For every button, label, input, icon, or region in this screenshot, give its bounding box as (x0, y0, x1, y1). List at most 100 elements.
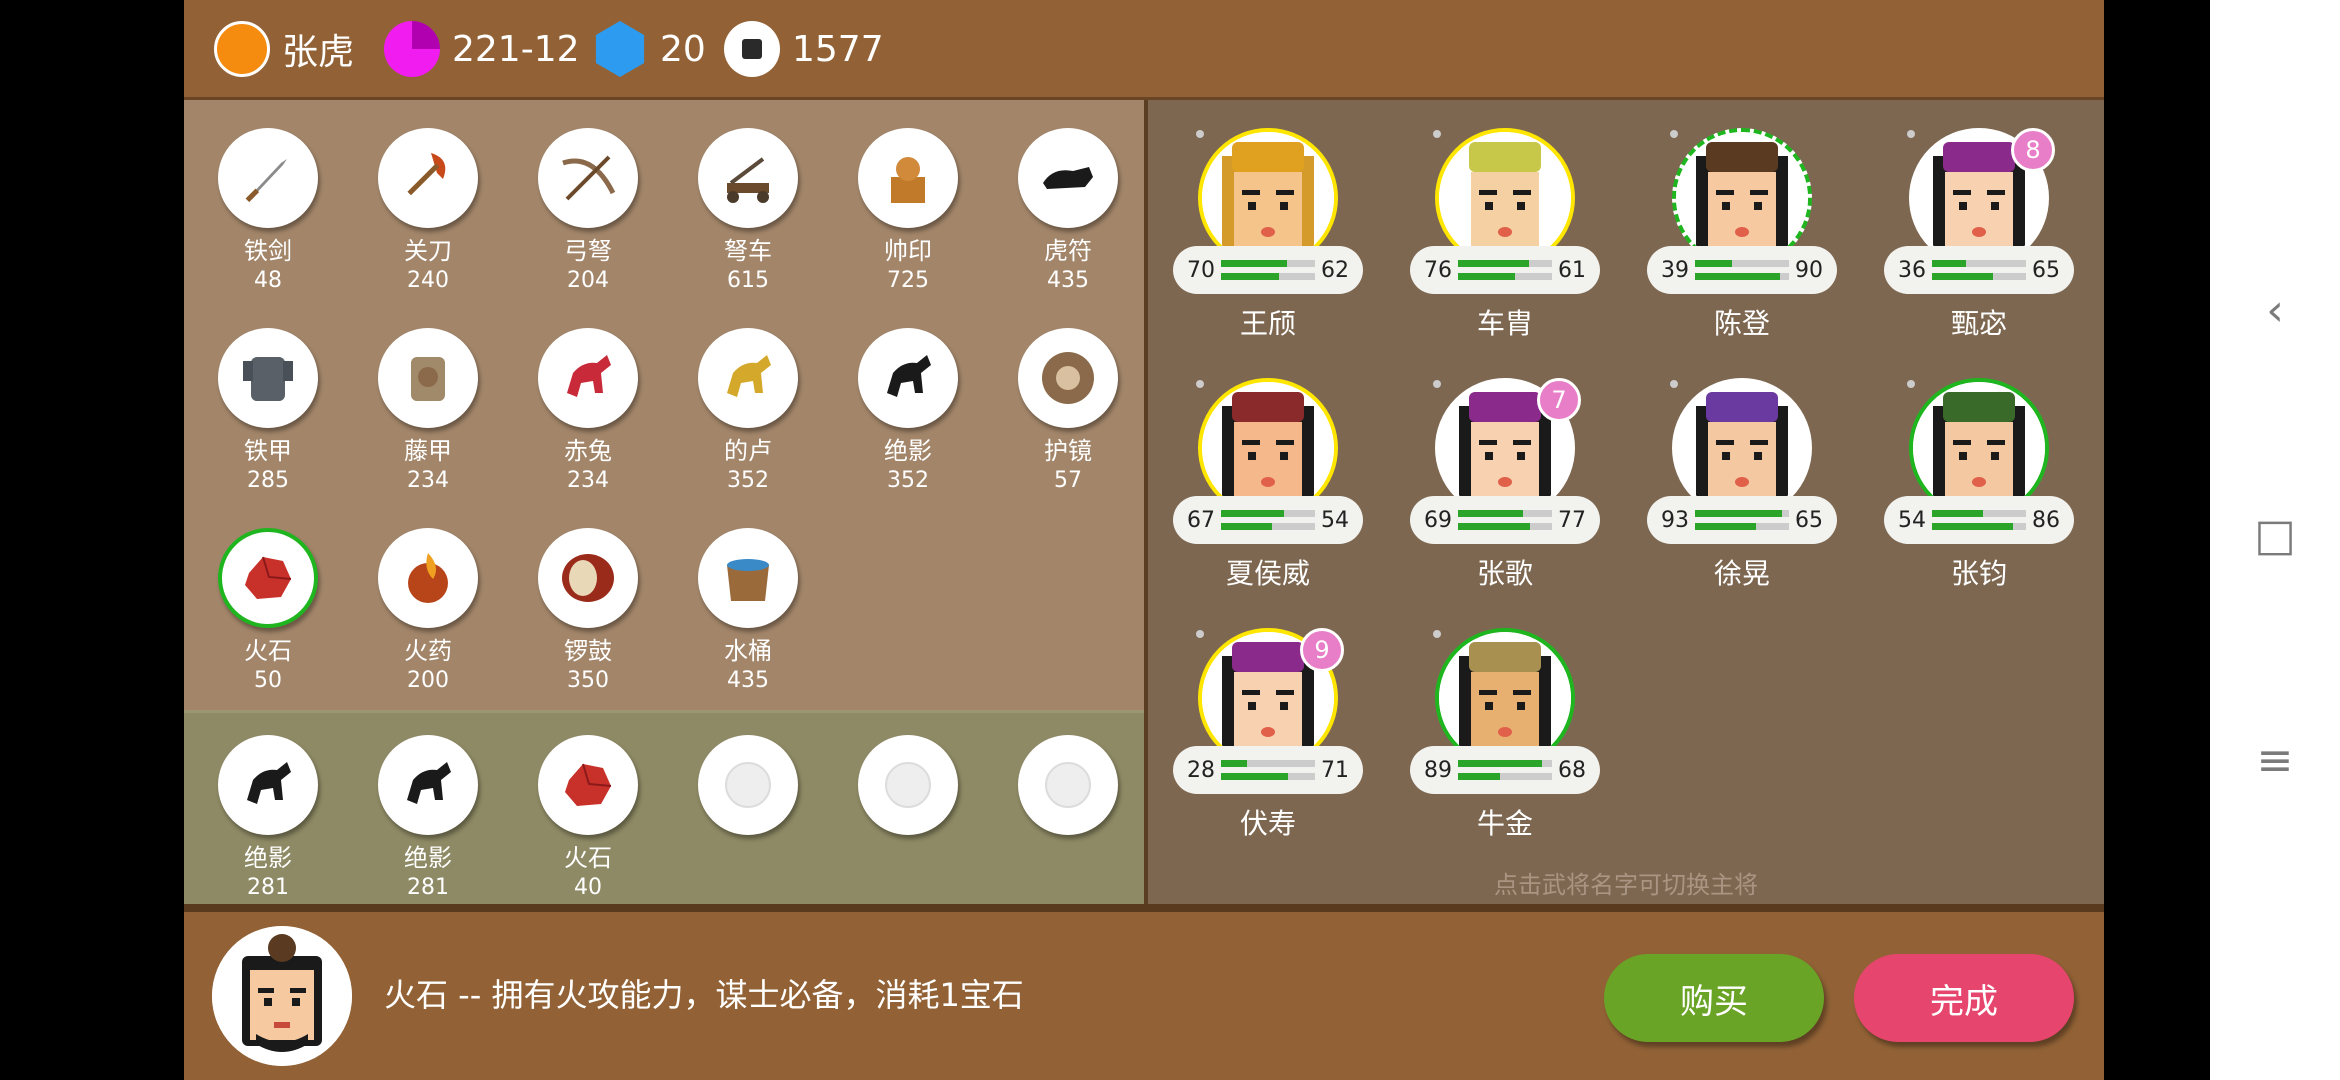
item-price: 435 (727, 668, 769, 693)
item-price: 234 (567, 468, 609, 493)
hero-card[interactable]: 67 54 夏侯威 (1168, 378, 1368, 592)
buy-button[interactable]: 购买 (1604, 954, 1824, 1042)
hero-name[interactable]: 伏寿 (1168, 802, 1368, 842)
inventory-item[interactable] (688, 735, 808, 843)
done-button[interactable]: 完成 (1854, 954, 2074, 1042)
black-horse-icon[interactable] (218, 735, 318, 835)
rattan-armor-icon[interactable] (378, 328, 478, 428)
shop-item[interactable]: 帅印 725 (848, 128, 968, 296)
hero-bar-2 (1932, 273, 2026, 280)
empty-slot-icon[interactable] (858, 735, 958, 835)
shop-item[interactable]: 的卢 352 (688, 328, 808, 496)
item-name: 铁剑 (244, 237, 292, 265)
shop-item[interactable]: 火石 50 (208, 528, 328, 696)
hero-stats: 54 86 (1884, 496, 2074, 544)
shop-item[interactable]: 弓弩 204 (528, 128, 648, 296)
sword-icon[interactable] (218, 128, 318, 228)
hero-card[interactable]: 39 90 陈登 (1642, 128, 1842, 342)
item-name: 火石 (244, 637, 292, 665)
inventory-item[interactable]: 火石 40 (528, 735, 648, 903)
shop-item[interactable]: 弩车 615 (688, 128, 808, 296)
ballista-icon[interactable] (698, 128, 798, 228)
inventory-item[interactable]: 绝影 281 (368, 735, 488, 903)
mirror-shield-icon[interactable] (1018, 328, 1118, 428)
shop-item[interactable]: 锣鼓 350 (528, 528, 648, 696)
black-horse-icon[interactable] (858, 328, 958, 428)
shop-item[interactable]: 赤兔 234 (528, 328, 648, 496)
gunpowder-icon[interactable] (378, 528, 478, 628)
hero-name[interactable]: 车胄 (1405, 302, 1605, 342)
hero-card[interactable]: 70 62 王颀 (1168, 128, 1368, 342)
hero-name[interactable]: 甄宓 (1879, 302, 2079, 342)
hero-bar-1 (1458, 760, 1552, 767)
inventory-item[interactable] (848, 735, 968, 843)
shop-item[interactable]: 火药 200 (368, 528, 488, 696)
hero-name[interactable]: 张钧 (1879, 552, 2079, 592)
item-price: 234 (407, 468, 449, 493)
hero-card[interactable]: 89 68 牛金 (1405, 628, 1605, 842)
hero-card[interactable]: 76 61 车胄 (1405, 128, 1605, 342)
iron-armor-icon[interactable] (218, 328, 318, 428)
hero-card[interactable]: 9 28 71 伏寿 (1168, 628, 1368, 842)
hero-bar-2 (1695, 523, 1789, 530)
hero-bar-1 (1458, 260, 1552, 267)
hero-stat-right: 68 (1558, 757, 1586, 783)
menu-nav-icon[interactable]: ≡ (2210, 735, 2340, 786)
hero-name[interactable]: 张歌 (1405, 552, 1605, 592)
item-price: 240 (407, 268, 449, 293)
shop-item[interactable]: 铁剑 48 (208, 128, 328, 296)
hero-stat-right: 86 (2032, 507, 2060, 533)
item-name: 藤甲 (404, 437, 452, 465)
shop-item[interactable]: 水桶 435 (688, 528, 808, 696)
shop-item[interactable]: 护镜 57 (1008, 328, 1128, 496)
hero-name[interactable]: 陈登 (1642, 302, 1842, 342)
home-nav-icon[interactable]: □ (2210, 510, 2340, 561)
hero-name[interactable]: 牛金 (1405, 802, 1605, 842)
hero-card[interactable]: 8 36 65 甄宓 (1879, 128, 2079, 342)
item-price: 204 (567, 268, 609, 293)
shop-item[interactable]: 绝影 352 (848, 328, 968, 496)
inventory-item[interactable] (1008, 735, 1128, 843)
item-name: 火石 (564, 844, 612, 872)
hero-card[interactable]: 7 69 77 张歌 (1405, 378, 1605, 592)
empty-slot-icon[interactable] (698, 735, 798, 835)
hero-stat-right: 65 (1795, 507, 1823, 533)
back-nav-icon[interactable]: ‹ (2210, 285, 2340, 336)
record-stat: 221-12 (384, 20, 580, 78)
hero-status-dot (1907, 130, 1915, 138)
coins-stat: 1577 (724, 20, 884, 78)
hero-status-dot (1670, 130, 1678, 138)
water-bucket-icon[interactable] (698, 528, 798, 628)
inventory-item[interactable]: 绝影 281 (208, 735, 328, 903)
item-price: 285 (247, 468, 289, 493)
black-horse-icon[interactable] (378, 735, 478, 835)
hero-card[interactable]: 54 86 张钧 (1879, 378, 2079, 592)
shop-item[interactable]: 虎符 435 (1008, 128, 1128, 296)
item-name: 的卢 (724, 437, 772, 465)
red-horse-icon[interactable] (538, 328, 638, 428)
tiger-tally-icon[interactable] (1018, 128, 1118, 228)
flint-icon[interactable] (218, 528, 318, 628)
hero-stat-right: 62 (1321, 257, 1349, 283)
seal-icon[interactable] (858, 128, 958, 228)
crossbow-icon[interactable] (538, 128, 638, 228)
hero-stat-right: 65 (2032, 257, 2060, 283)
item-name: 帅印 (884, 237, 932, 265)
hero-card[interactable]: 93 65 徐晃 (1642, 378, 1842, 592)
shop-item[interactable]: 藤甲 234 (368, 328, 488, 496)
guandao-blade-icon[interactable] (378, 128, 478, 228)
shop-item[interactable]: 关刀 240 (368, 128, 488, 296)
hero-stat-right: 54 (1321, 507, 1349, 533)
hero-bar-2 (1458, 773, 1552, 780)
hero-name[interactable]: 徐晃 (1642, 552, 1842, 592)
hero-name[interactable]: 王颀 (1168, 302, 1368, 342)
item-name: 铁甲 (244, 437, 292, 465)
empty-slot-icon[interactable] (1018, 735, 1118, 835)
golden-horse-icon[interactable] (698, 328, 798, 428)
shop-item[interactable]: 铁甲 285 (208, 328, 328, 496)
drum-icon[interactable] (538, 528, 638, 628)
hero-stat-right: 71 (1321, 757, 1349, 783)
hero-name[interactable]: 夏侯威 (1168, 552, 1368, 592)
flint-icon[interactable] (538, 735, 638, 835)
hero-stats: 28 71 (1173, 746, 1363, 794)
